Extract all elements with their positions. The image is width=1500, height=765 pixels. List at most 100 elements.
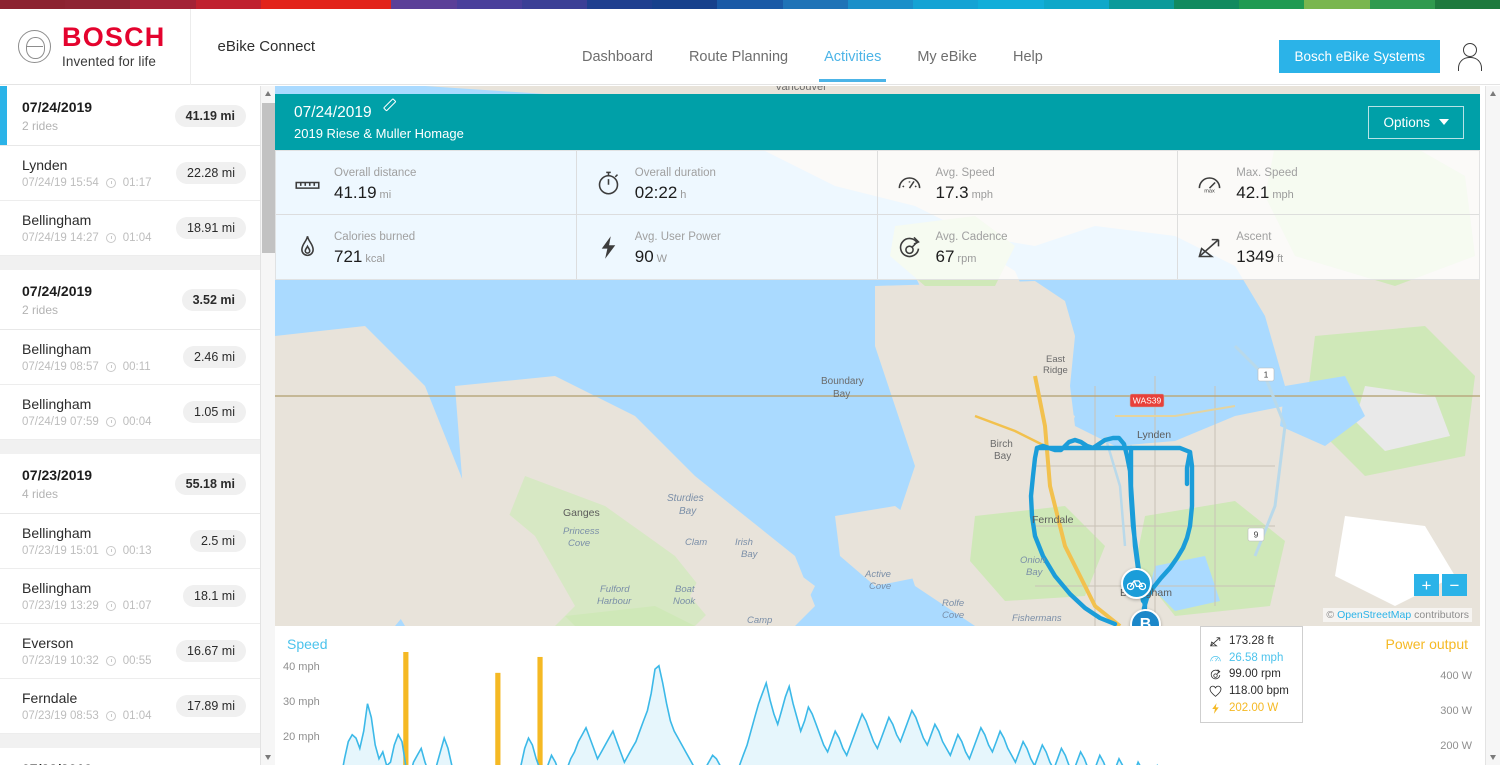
brand-color-segment [0, 0, 66, 9]
header-actions: Bosch eBike Systems [1279, 18, 1482, 94]
chart-power-legend: Power output [1385, 636, 1469, 652]
scrollbar-thumb[interactable] [262, 103, 275, 253]
speedometer-icon [896, 169, 923, 196]
options-button[interactable]: Options [1368, 105, 1464, 139]
brand-color-segment [391, 0, 457, 9]
ride-list-item[interactable]: Bellingham 07/24/19 07:59 00:04 1.05 mi [0, 385, 260, 440]
activity-group-header[interactable]: 07/24/2019 2 rides 3.52 mi [0, 270, 260, 330]
stat-label: Ascent [1236, 231, 1272, 243]
map-place-label: Fishermans [1012, 613, 1062, 624]
stat-label: Overall distance [334, 166, 417, 179]
activities-sidebar[interactable]: 07/24/2019 2 rides 41.19 mi Lynden 07/24/19 … [0, 86, 275, 765]
stat-unit: ft [1277, 253, 1284, 265]
bosch-logo[interactable]: BOSCH Invented for life [0, 24, 166, 69]
bosch-ebike-systems-button[interactable]: Bosch eBike Systems [1279, 39, 1440, 73]
activity-title-row: 07/24/2019 [294, 104, 464, 122]
brand-color-segment [586, 0, 653, 9]
power-bar [537, 656, 543, 765]
ride-list-item[interactable]: Everson 07/23/19 10:32 00:55 16.67 mi [0, 624, 260, 679]
brand-color-segment [521, 0, 587, 9]
svg-text:max: max [1204, 189, 1215, 195]
nav-item-route-planning[interactable]: Route Planning [687, 23, 790, 90]
ride-list-item[interactable]: Ferndale 07/23/19 08:53 01:04 17.89 mi [0, 679, 260, 734]
ride-list-item[interactable]: Lynden 07/24/19 15:54 01:17 22.28 mi [0, 146, 260, 201]
tooltip-value: 99.00 rpm [1229, 668, 1281, 681]
scroll-up-icon[interactable] [261, 86, 275, 101]
tooltip-row: 173.28 ft [1209, 633, 1294, 650]
sidebar-scrollbar[interactable] [260, 86, 275, 765]
openstreetmap-link[interactable]: OpenStreetMap [1337, 609, 1411, 621]
zoom-out-button[interactable]: − [1442, 574, 1467, 596]
group-ride-count: 2 rides [22, 119, 59, 133]
ride-city: Bellingham [22, 212, 92, 228]
clock-icon [105, 656, 116, 666]
activity-group-header[interactable]: 07/23/2019 4 rides 55.18 mi [0, 454, 260, 514]
map-place-label: Princess [563, 526, 600, 537]
page-scroll-down-icon[interactable] [1486, 750, 1500, 765]
nav-item-activities[interactable]: Activities [819, 23, 887, 90]
bicycle-marker-icon[interactable] [1121, 568, 1152, 599]
brand-color-segment [1108, 0, 1174, 9]
brand-color-segment [1369, 0, 1435, 9]
group-date: 07/23/2019 [22, 467, 93, 483]
main-nav: Dashboard Route Planning Activities My eBik… [580, 18, 1045, 94]
stat-card: max Max. Speed 42.1 mph [1178, 151, 1479, 215]
map-place-label: Active [864, 569, 891, 580]
map-place-label: Irish [735, 537, 753, 548]
stat-label: Avg. Cadence [935, 231, 1008, 243]
ride-list-item[interactable]: Bellingham 07/24/19 08:57 00:11 2.46 mi [0, 330, 260, 385]
activity-bike-name: 2019 Riese & Muller Homage [294, 125, 464, 141]
map-place-label: Cove [869, 581, 891, 592]
ruler-icon [294, 169, 321, 196]
page-scroll-up-icon[interactable] [1486, 86, 1500, 101]
speedometer-icon [1209, 652, 1222, 665]
activity-group-header[interactable]: 07/24/2019 2 rides 41.19 mi [0, 86, 260, 146]
scroll-down-icon[interactable] [261, 750, 275, 765]
ride-duration: 01:07 [122, 600, 152, 612]
tooltip-row: 99.00 rpm [1209, 666, 1294, 683]
page-scrollbar[interactable] [1485, 86, 1500, 765]
ride-list-item[interactable]: Bellingham 07/23/19 15:01 00:13 2.5 mi [0, 514, 260, 569]
user-avatar-icon[interactable] [1456, 41, 1482, 71]
clock-icon [105, 417, 116, 427]
ride-city: Bellingham [22, 580, 92, 596]
clock-icon [105, 711, 116, 721]
stat-value: 42.1 mph [1236, 182, 1294, 202]
attrib-prefix: © [1326, 609, 1338, 621]
power-bar [495, 672, 501, 765]
brand-color-segment [456, 0, 522, 9]
ride-duration: 00:13 [122, 545, 152, 557]
app-name: eBike Connect [217, 38, 316, 55]
pencil-edit-icon[interactable] [381, 106, 395, 120]
chart-left-tick: 40 mph [283, 661, 320, 673]
ride-list-item[interactable]: Bellingham 07/23/19 13:29 01:07 18.1 mi [0, 569, 260, 624]
nav-item-help[interactable]: Help [1011, 23, 1045, 90]
stat-card: Avg. User Power 90 W [577, 215, 878, 279]
map-shield-label: WAS39 [1133, 396, 1162, 406]
ride-distance: 17.89 mi [176, 695, 246, 717]
ride-chart[interactable]: Speed Power output 40 mph 30 mph 20 mph 40… [275, 626, 1480, 765]
ride-list-item[interactable]: Bellingham 07/24/19 14:27 01:04 18.91 mi [0, 201, 260, 256]
stat-value: 721 kcal [334, 247, 385, 266]
stat-unit: mph [1272, 188, 1294, 201]
map-place-label: Camp [747, 615, 772, 626]
ride-city: Bellingham [22, 396, 92, 412]
map-place-label: Nook [673, 596, 696, 607]
ride-timestamp: 07/23/19 13:29 [22, 600, 99, 612]
ride-meta: 07/24/19 14:27 01:04 [22, 232, 152, 244]
activity-group-header[interactable]: 07/22/20193 rides41.96 mi [0, 748, 260, 765]
group-date: 07/22/2019 [22, 761, 92, 765]
ride-timestamp: 07/23/19 10:32 [22, 655, 99, 667]
options-label: Options [1383, 114, 1430, 130]
stat-card: Calories burned 721 kcal [276, 215, 577, 279]
tooltip-value: 26.58 mph [1229, 651, 1284, 664]
nav-item-my-ebike[interactable]: My eBike [915, 23, 979, 90]
stat-label: Max. Speed [1236, 166, 1298, 179]
brand-color-segment [195, 0, 261, 9]
stat-unit: mph [971, 188, 993, 201]
nav-item-dashboard[interactable]: Dashboard [580, 23, 655, 90]
clock-icon [105, 546, 116, 556]
chart-tooltip: 173.28 ft 26.58 mph 99.00 rpm 118.00 bpm 202… [1200, 626, 1303, 724]
map-place-label: Boundary [821, 376, 864, 387]
zoom-in-button[interactable]: + [1414, 574, 1439, 596]
